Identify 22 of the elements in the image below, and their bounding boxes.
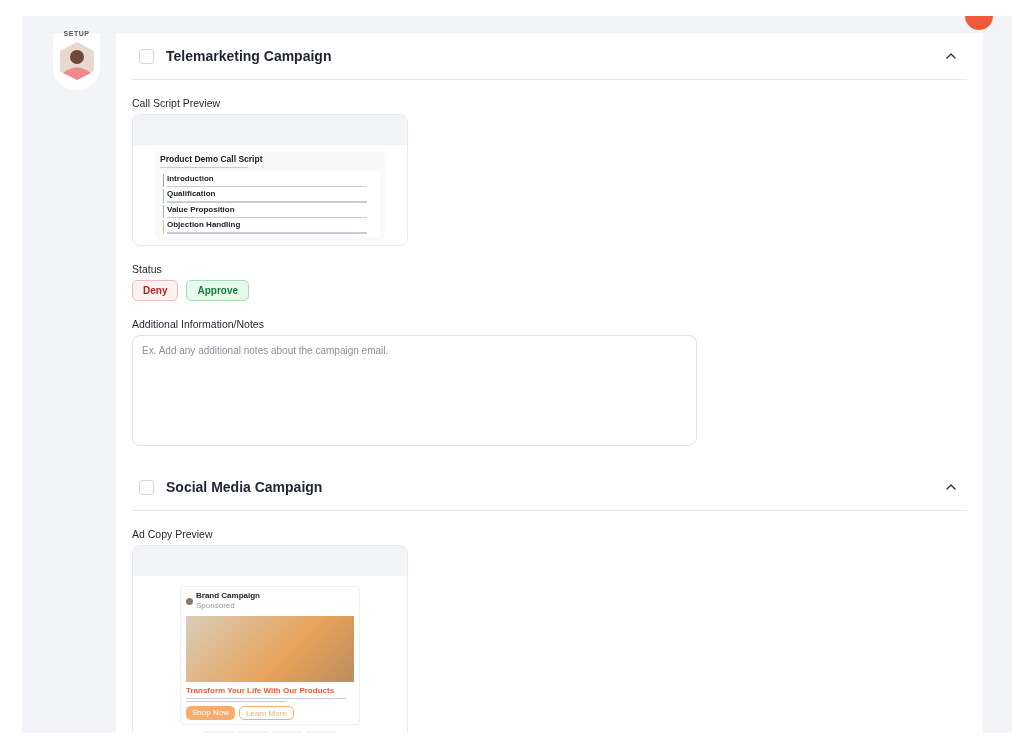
script-section: Qualification	[163, 189, 377, 203]
checkbox[interactable]	[139, 479, 154, 495]
preview-label: Call Script Preview	[132, 97, 222, 109]
approve-button[interactable]: Approve	[186, 280, 249, 301]
script-title: Product Demo Call Script	[160, 154, 264, 166]
deny-button[interactable]: Deny	[132, 280, 179, 301]
campaign-title: Social Media Campaign	[166, 479, 324, 495]
campaign-title: Telemarketing Campaign	[166, 48, 333, 64]
sponsored-label: Sponsored	[196, 601, 236, 612]
notification-badge	[965, 16, 993, 30]
ad-headline: Transform Your Life With Our Products	[186, 685, 336, 697]
script-section: Value Proposition	[163, 204, 377, 219]
notes-label: Additional Information/Notes	[132, 318, 265, 330]
notes-field[interactable]: Ex. Add any additional notes about the campaign email.	[132, 335, 697, 446]
avatar-icon	[59, 42, 94, 80]
status-label: Status	[132, 263, 163, 275]
avatar-icon	[186, 597, 193, 605]
brand-name: Brand Campaign	[196, 591, 260, 602]
script-section: Introduction	[163, 174, 377, 188]
preview-label: Ad Copy Preview	[132, 528, 214, 540]
script-section: Objection Handling	[163, 220, 377, 234]
checkbox[interactable]	[139, 48, 154, 64]
